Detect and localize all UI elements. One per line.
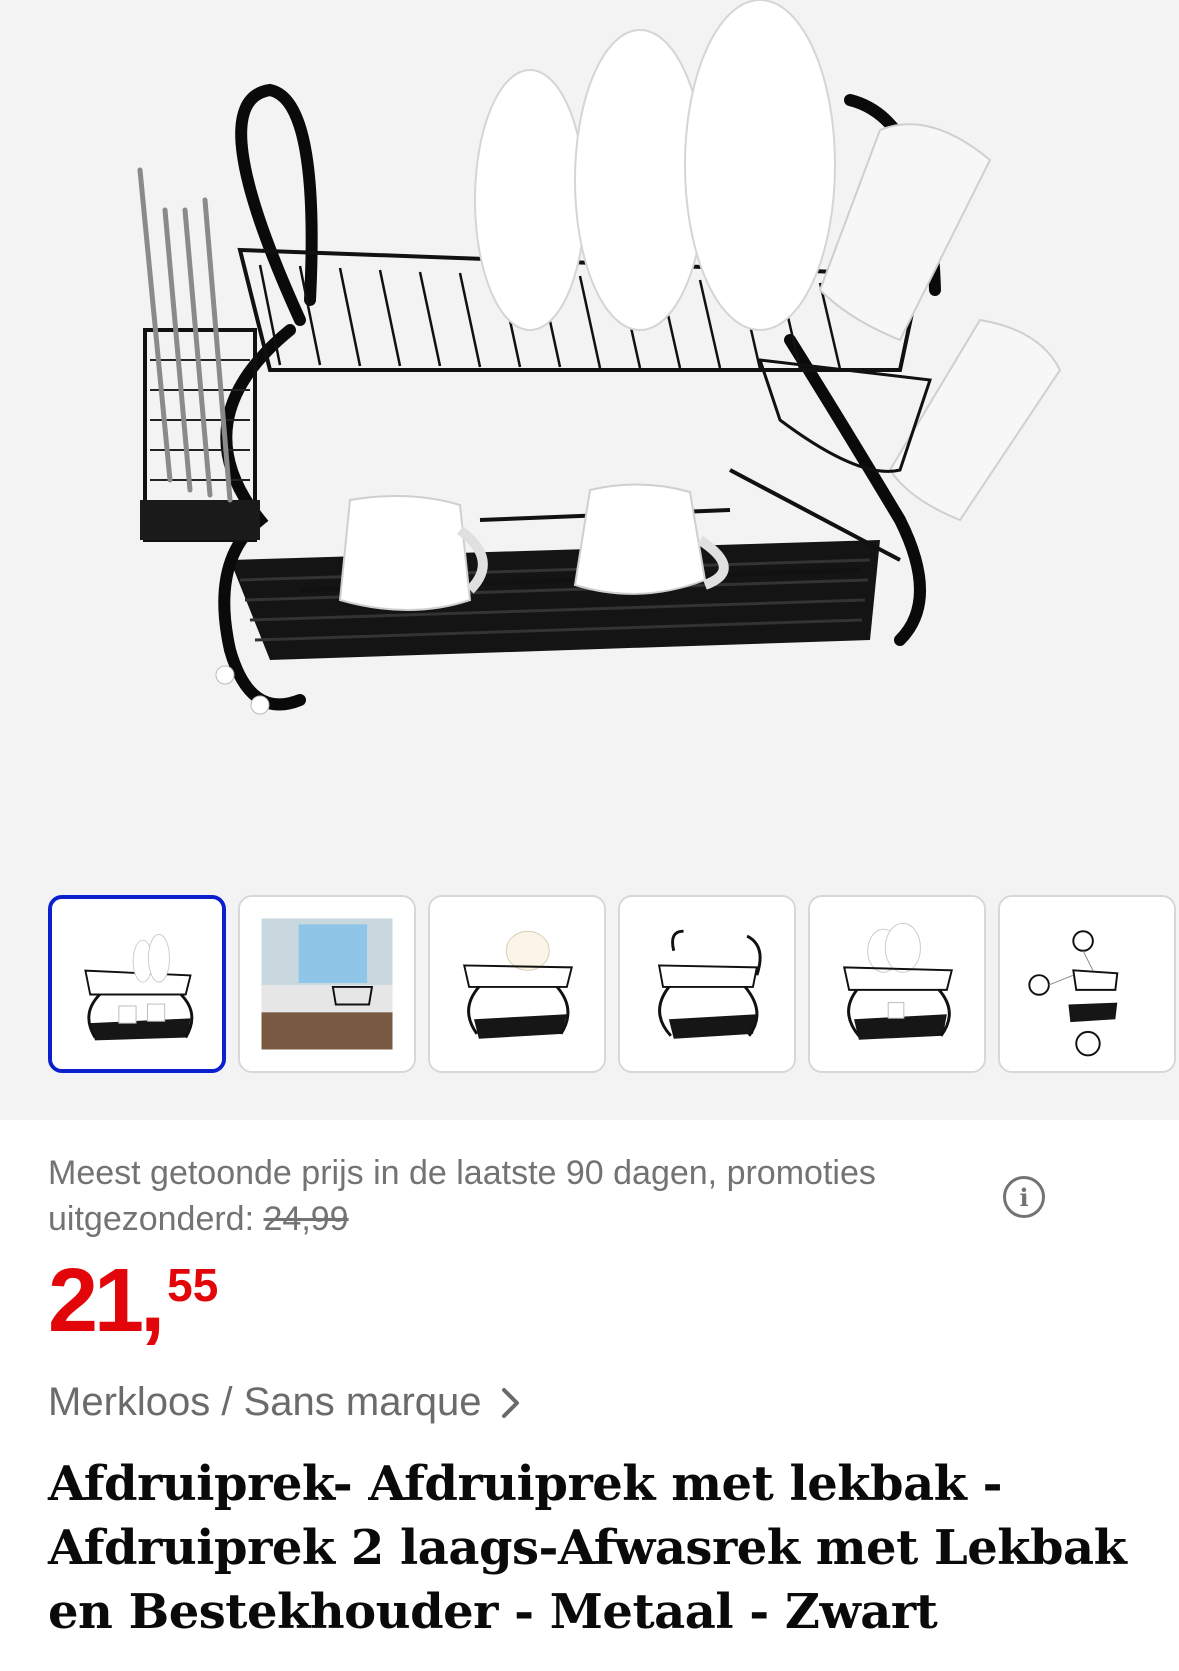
current-price: 21, 55: [48, 1256, 218, 1346]
thumbnail-plates-image: [430, 897, 604, 1071]
thumbnail-white-plates-image: [810, 897, 984, 1071]
lowest-price-notice: Meest getoonde prijs in de laatste 90 da…: [48, 1150, 988, 1242]
dish-rack-illustration: [137, 0, 1062, 715]
thumbnail-5[interactable]: [808, 895, 986, 1073]
thumbnail-rack-image: [52, 899, 222, 1069]
product-info: Meest getoonde prijs in de laatste 90 da…: [48, 1150, 1138, 1640]
product-title: Afdruiprek- Afdruiprek met lekbak - Afdr…: [48, 1456, 1127, 1640]
thumbnail-6[interactable]: [998, 895, 1176, 1073]
thumbnail-3[interactable]: [428, 895, 606, 1073]
price-cents: 55: [167, 1259, 219, 1311]
brand-link[interactable]: Merkloos / Sans marque: [48, 1380, 522, 1425]
info-icon[interactable]: i: [1003, 1176, 1045, 1218]
price-euros: 21: [48, 1251, 144, 1351]
chevron-right-icon: [501, 1387, 519, 1418]
thumbnail-1[interactable]: [48, 895, 226, 1073]
thumbnail-4[interactable]: [618, 895, 796, 1073]
thumbnail-empty-rack-image: [620, 897, 794, 1071]
lowest-price-value: 24,99: [263, 1200, 349, 1238]
brand-name: Merkloos / Sans marque: [48, 1380, 482, 1424]
lowest-price-label: Meest getoonde prijs in de laatste 90 da…: [48, 1154, 876, 1238]
thumbnail-kitchen-image: [240, 897, 414, 1071]
main-product-image[interactable]: [0, 0, 1179, 880]
thumbnail-strip[interactable]: [48, 895, 1179, 1073]
thumbnail-2[interactable]: [238, 895, 416, 1073]
thumbnail-parts-image: [1000, 897, 1174, 1071]
price-comma: ,: [140, 1251, 166, 1351]
product-gallery: [0, 0, 1179, 1120]
